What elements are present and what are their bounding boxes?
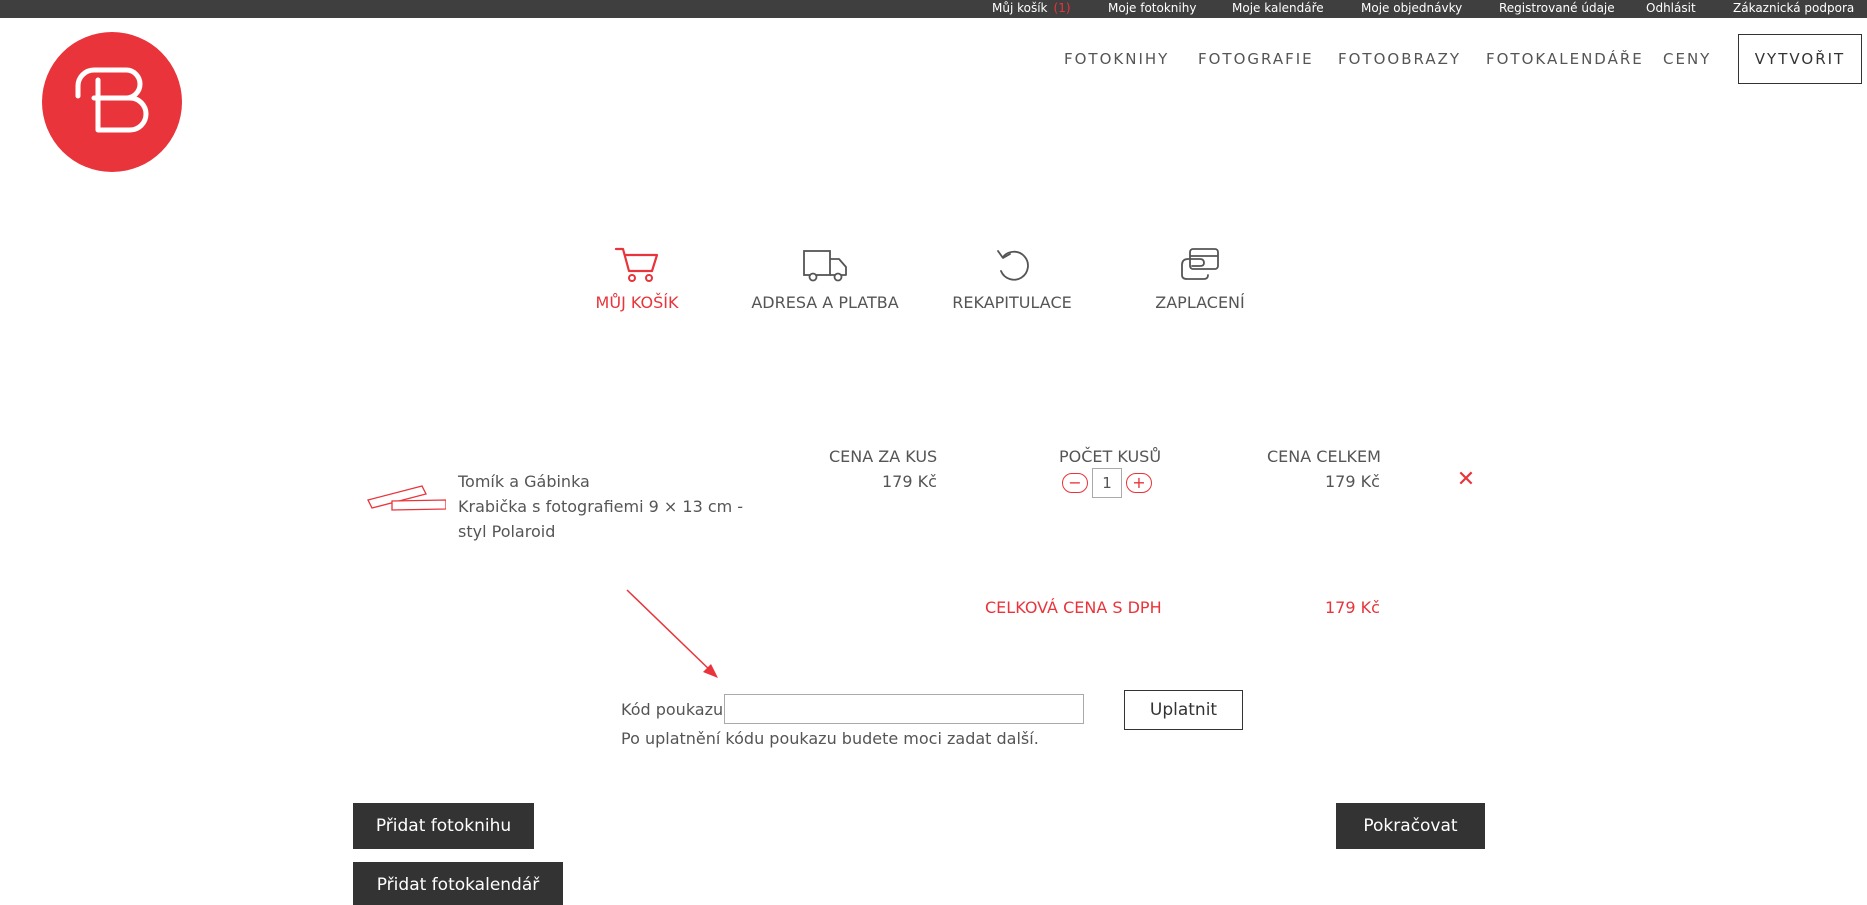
product-desc-line1: Krabička s fotografiemi 9 × 13 cm - <box>458 497 744 516</box>
step-address-label: ADRESA A PLATBA <box>751 293 899 312</box>
topbar-cart-label: Můj košík <box>992 1 1048 15</box>
step-cart[interactable]: MŮJ KOŠÍK <box>547 245 727 312</box>
header-unit-price: CENA ZA KUS <box>829 447 938 466</box>
step-summary-label: REKAPITULACE <box>952 293 1072 312</box>
topbar-link-photobooks[interactable]: Moje fotoknihy <box>1108 1 1196 15</box>
header-quantity: POČET KUSŮ <box>1059 447 1162 466</box>
product-thumbnail[interactable] <box>366 482 446 514</box>
item-unit-price: 179 Kč <box>882 472 937 491</box>
logo-mark <box>75 67 149 133</box>
topbar-link-orders[interactable]: Moje objednávky <box>1361 1 1462 15</box>
apply-voucher-button[interactable]: Uplatnit <box>1124 690 1243 730</box>
voucher-hint: Po uplatnění kódu poukazu budete moci za… <box>621 729 1039 748</box>
continue-button[interactable]: Pokračovat <box>1336 803 1485 849</box>
step-summary[interactable]: REKAPITULACE <box>922 245 1102 312</box>
top-utility-bar: Můj košík (1) Moje fotoknihy Moje kalendá… <box>0 0 1867 18</box>
quantity-input[interactable] <box>1092 468 1122 498</box>
nav-item-prices[interactable]: CENY <box>1663 50 1711 68</box>
topbar-cart-count: (1) <box>1053 1 1071 15</box>
voucher-code-input[interactable] <box>724 694 1084 724</box>
step-payment[interactable]: ZAPLACENÍ <box>1110 245 1290 312</box>
add-photobook-button[interactable]: Přidat fotoknihu <box>353 803 534 849</box>
remove-item-button[interactable]: ✕ <box>1455 468 1477 490</box>
topbar-link-logout[interactable]: Odhlásit <box>1646 1 1696 15</box>
step-payment-label: ZAPLACENÍ <box>1155 293 1245 312</box>
quantity-plus-button[interactable]: + <box>1126 473 1152 493</box>
create-button[interactable]: VYTVOŘIT <box>1738 34 1862 84</box>
cart-icon <box>614 247 659 282</box>
b-logo-icon[interactable] <box>42 32 182 172</box>
nav-item-calendars[interactable]: FOTOKALENDÁŘE <box>1486 50 1644 68</box>
quantity-stepper: − + <box>1062 468 1152 498</box>
topbar-link-account[interactable]: Registrované údaje <box>1499 1 1615 15</box>
card-icon <box>1181 248 1219 280</box>
topbar-link-support[interactable]: Zákaznická podpora <box>1733 1 1854 15</box>
grand-total-value: 179 Kč <box>1325 598 1380 617</box>
grand-total-label: CELKOVÁ CENA S DPH <box>985 598 1162 617</box>
nav-item-photobooks[interactable]: FOTOKNIHY <box>1064 50 1169 68</box>
topbar-link-calendars[interactable]: Moje kalendáře <box>1232 1 1324 15</box>
product-desc-line2: styl Polaroid <box>458 522 556 541</box>
nav-item-photoprints[interactable]: FOTOOBRAZY <box>1338 50 1461 68</box>
step-cart-label: MŮJ KOŠÍK <box>595 293 679 312</box>
item-total-price: 179 Kč <box>1325 472 1380 491</box>
quantity-minus-button[interactable]: − <box>1062 473 1088 493</box>
product-name[interactable]: Tomík a Gábinka <box>458 472 590 491</box>
nav-item-photos[interactable]: FOTOGRAFIE <box>1198 50 1314 68</box>
refresh-icon <box>997 250 1029 281</box>
add-calendar-button[interactable]: Přidat fotokalendář <box>353 862 563 905</box>
truck-icon <box>803 250 847 282</box>
voucher-label: Kód poukazu <box>621 700 724 719</box>
header-total: CENA CELKEM <box>1267 447 1381 466</box>
step-address[interactable]: ADRESA A PLATBA <box>735 245 915 312</box>
topbar-cart-link[interactable]: Můj košík (1) <box>992 1 1071 15</box>
